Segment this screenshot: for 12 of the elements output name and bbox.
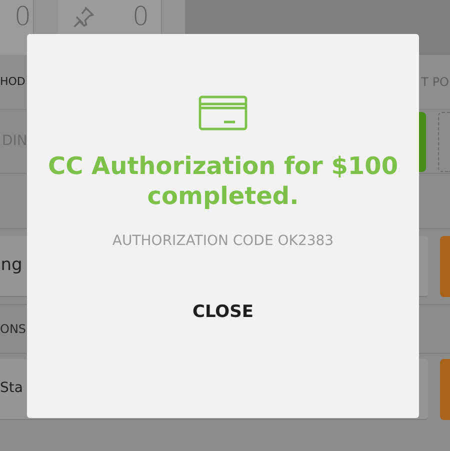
counter-tile[interactable]: 0 <box>0 0 33 55</box>
close-button[interactable]: CLOSE <box>182 296 264 330</box>
empty-slot[interactable] <box>438 112 450 172</box>
item-name: Sta <box>0 379 23 398</box>
item-name: ing <box>0 254 22 278</box>
counter-value: 0 <box>14 4 31 30</box>
dialog-title: CC Authorization for $100 completed. <box>46 151 400 211</box>
section-heading: ONS <box>0 321 26 338</box>
authorization-code: AUTHORIZATION CODE OK2383 <box>112 232 334 251</box>
section-heading: HOD <box>0 74 26 90</box>
counter-value: 0 <box>132 4 149 30</box>
credit-card-icon <box>198 95 248 131</box>
